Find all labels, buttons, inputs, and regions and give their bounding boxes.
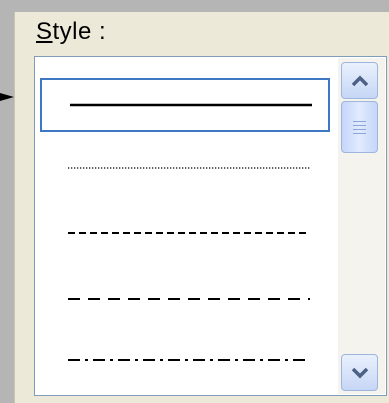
chevron-up-icon (351, 75, 369, 87)
line-style-option-dashed[interactable] (40, 206, 330, 260)
scroll-thumb[interactable] (341, 101, 378, 153)
style-label-mnemonic: S (36, 18, 53, 45)
style-label: Style : (36, 18, 106, 46)
callout-arrow-icon (0, 93, 14, 101)
style-panel: Style : (14, 12, 389, 403)
line-style-option-long-dash[interactable] (40, 272, 330, 326)
line-style-listbox[interactable] (34, 56, 387, 396)
line-style-option-solid[interactable] (40, 78, 330, 132)
vertical-scrollbar[interactable] (338, 58, 385, 394)
scroll-down-button[interactable] (341, 354, 378, 391)
style-label-text: tyle : (52, 18, 107, 45)
line-style-option-dash-dot[interactable] (40, 333, 330, 387)
scroll-up-button[interactable] (341, 62, 378, 99)
chevron-down-icon (351, 367, 369, 379)
line-style-option-dotted[interactable] (40, 140, 330, 194)
